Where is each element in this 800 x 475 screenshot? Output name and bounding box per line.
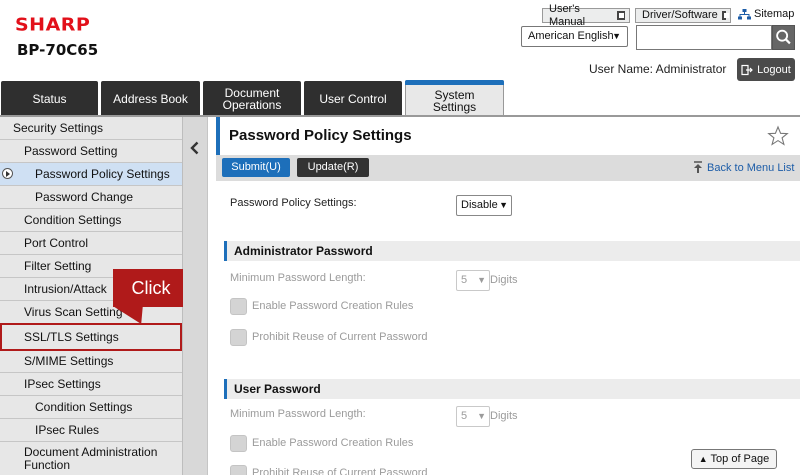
sidebar-item-label: S/MIME Settings bbox=[24, 354, 114, 368]
sidebar-item-label: Filter Setting bbox=[24, 259, 92, 273]
sidebar-item-password-policy-settings[interactable]: Password Policy Settings bbox=[0, 163, 182, 186]
sidebar-item-label: Condition Settings bbox=[35, 400, 133, 414]
chevron-down-icon: ▼ bbox=[612, 31, 621, 41]
sidebar-item-label: Virus Scan Setting bbox=[24, 305, 123, 319]
sidebar-item-password-change[interactable]: Password Change bbox=[0, 186, 182, 209]
sidebar-item-ssl-tls-settings[interactable]: SSL/TLS Settings bbox=[0, 323, 182, 351]
page-title: Password Policy Settings bbox=[216, 117, 800, 155]
top-of-page-label: Top of Page bbox=[710, 453, 770, 465]
user-digits-label: Digits bbox=[490, 410, 518, 422]
action-toolbar: Submit(U) Update(R) Back to Menu List bbox=[216, 155, 800, 181]
user-min-length-label: Minimum Password Length: bbox=[230, 408, 366, 420]
up-arrow-icon: ▲ bbox=[698, 454, 708, 464]
back-to-menu-list-link[interactable]: Back to Menu List bbox=[692, 161, 794, 174]
chevron-down-icon: ▼ bbox=[499, 200, 508, 210]
users-manual-label: User's Manual bbox=[549, 2, 586, 28]
main-tabs: Status Address Book Document Operations … bbox=[0, 80, 800, 116]
user-prohibit-reuse-checkbox[interactable] bbox=[230, 465, 247, 475]
chevron-down-icon: ▼ bbox=[477, 411, 486, 421]
user-password-header: User Password bbox=[224, 379, 800, 399]
tab-system-settings[interactable]: System Settings bbox=[405, 80, 504, 116]
user-enable-creation-rules-checkbox[interactable] bbox=[230, 435, 247, 452]
sidebar-item-label: Intrusion/Attack bbox=[24, 282, 107, 296]
sidebar-item-label: IPsec Rules bbox=[35, 423, 100, 437]
admin-enable-creation-rules-label: Enable Password Creation Rules bbox=[252, 300, 414, 312]
back-arrow-icon bbox=[694, 161, 702, 173]
sitemap-link[interactable]: Sitemap bbox=[738, 8, 794, 20]
star-icon[interactable] bbox=[767, 125, 789, 147]
sidebar-item-label: SSL/TLS Settings bbox=[24, 330, 119, 344]
sidebar-item-password-setting[interactable]: Password Setting bbox=[0, 140, 182, 163]
sidebar-item-ipsec-condition-settings[interactable]: Condition Settings bbox=[0, 396, 182, 419]
tab-user-control[interactable]: User Control bbox=[304, 81, 402, 116]
sidebar-item-label: Password Change bbox=[35, 190, 134, 204]
chevron-down-icon: ▼ bbox=[477, 275, 486, 285]
logout-label: Logout bbox=[757, 63, 791, 76]
user-prohibit-reuse-label: Prohibit Reuse of Current Password bbox=[252, 467, 428, 475]
external-link-icon bbox=[721, 11, 730, 20]
sitemap-label: Sitemap bbox=[754, 8, 795, 20]
language-value: American English bbox=[528, 30, 614, 42]
password-policy-label: Password Policy Settings: bbox=[230, 197, 357, 209]
sidebar-item-label: Password Setting bbox=[24, 144, 118, 158]
driver-software-label: Driver/Software bbox=[642, 9, 718, 21]
admin-digits-label: Digits bbox=[490, 274, 518, 286]
external-link-icon bbox=[616, 11, 625, 20]
chevron-left-icon bbox=[190, 141, 199, 155]
sidebar-collapse-toggle[interactable] bbox=[183, 117, 208, 475]
admin-enable-creation-rules-checkbox[interactable] bbox=[230, 298, 247, 315]
search-input[interactable] bbox=[636, 25, 772, 50]
sidebar-item-port-control[interactable]: Port Control bbox=[0, 232, 182, 255]
user-name: User Name: Administrator bbox=[589, 62, 727, 76]
sidebar-item-label: Condition Settings bbox=[24, 213, 122, 227]
admin-prohibit-reuse-label: Prohibit Reuse of Current Password bbox=[252, 331, 428, 343]
logout-button[interactable]: Logout bbox=[737, 58, 795, 81]
update-button[interactable]: Update(R) bbox=[297, 158, 369, 177]
sidebar-item-document-administration-function[interactable]: Document Administration Function bbox=[0, 442, 182, 475]
sitemap-icon bbox=[738, 8, 751, 19]
tab-status[interactable]: Status bbox=[1, 81, 98, 116]
logout-icon bbox=[741, 64, 754, 75]
sidebar-item-label: Password Policy Settings bbox=[35, 167, 170, 181]
password-policy-select[interactable]: Disable ▼ bbox=[456, 195, 512, 216]
tab-document-operations[interactable]: Document Operations bbox=[203, 81, 301, 116]
top-of-page-button[interactable]: ▲ Top of Page bbox=[691, 449, 777, 469]
language-select[interactable]: American English ▼ bbox=[521, 26, 628, 47]
driver-software-button[interactable]: Driver/Software bbox=[635, 8, 731, 23]
main-content: Password Policy Settings Submit(U) Updat… bbox=[216, 117, 800, 475]
user-min-length-select[interactable]: 5 ▼ bbox=[456, 406, 490, 427]
admin-min-length-value: 5 bbox=[461, 274, 468, 286]
search-icon bbox=[776, 29, 791, 45]
click-callout: Click bbox=[113, 269, 183, 307]
sidebar-item-ipsec-settings[interactable]: IPsec Settings bbox=[0, 373, 182, 396]
search-button[interactable] bbox=[772, 25, 795, 50]
submit-button[interactable]: Submit(U) bbox=[222, 158, 290, 177]
sharp-logo: SHARP bbox=[15, 14, 91, 36]
sidebar-item-smime-settings[interactable]: S/MIME Settings bbox=[0, 350, 182, 373]
admin-prohibit-reuse-checkbox[interactable] bbox=[230, 329, 247, 346]
model-name: BP-70C65 bbox=[17, 41, 99, 59]
sidebar-item-security-settings[interactable]: Security Settings bbox=[0, 117, 182, 140]
sidebar-item-label: IPsec Settings bbox=[24, 377, 101, 391]
current-page-arrow-icon bbox=[2, 168, 13, 179]
user-enable-creation-rules-label: Enable Password Creation Rules bbox=[252, 437, 414, 449]
admin-min-length-select[interactable]: 5 ▼ bbox=[456, 270, 490, 291]
sidebar-item-label: Security Settings bbox=[13, 121, 104, 135]
sidebar-item-ipsec-rules[interactable]: IPsec Rules bbox=[0, 419, 182, 442]
admin-min-length-label: Minimum Password Length: bbox=[230, 272, 366, 284]
tab-address-book[interactable]: Address Book bbox=[101, 81, 200, 116]
back-to-menu-list-label: Back to Menu List bbox=[707, 161, 795, 174]
users-manual-button[interactable]: User's Manual bbox=[542, 3, 630, 28]
sidebar-item-condition-settings[interactable]: Condition Settings bbox=[0, 209, 182, 232]
password-policy-value: Disable bbox=[461, 199, 498, 211]
sidebar-item-label: Port Control bbox=[24, 236, 89, 250]
user-min-length-value: 5 bbox=[461, 410, 468, 422]
administrator-password-header: Administrator Password bbox=[224, 241, 800, 261]
